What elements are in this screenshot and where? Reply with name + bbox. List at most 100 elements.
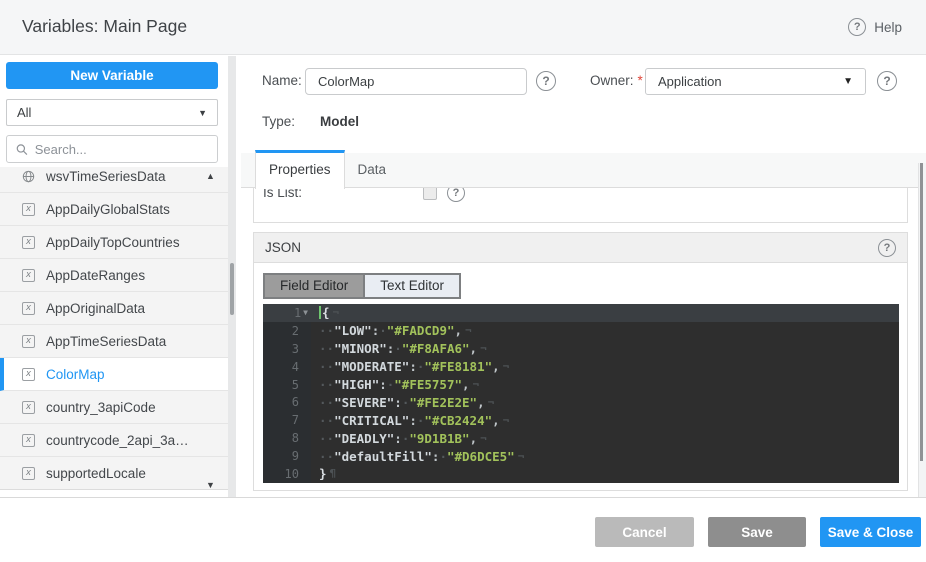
token-ws: ·· [319,449,334,464]
token-key: "defaultFill" [334,449,432,464]
owner-select[interactable]: Application ▼ [645,68,866,95]
line-number: 7 [263,411,311,429]
sidebar-item-ColorMap[interactable]: xColorMap [0,358,228,391]
token-punct: : [432,449,440,464]
token-key: "MODERATE" [334,359,409,374]
token-punct: : [409,413,417,428]
sidebar-item-label: country_3apiCode [46,400,156,415]
sidebar-item-AppDateRanges[interactable]: xAppDateRanges [0,259,228,292]
code-line-9[interactable]: 9··"defaultFill":·"#D6DCE5"¬ [263,447,899,465]
token-value: "#FADCD9" [387,323,455,338]
sidebar-item-AppTimeSeriesData[interactable]: xAppTimeSeriesData [0,325,228,358]
sidebar-item-supportedLocale[interactable]: xsupportedLocale [0,457,228,490]
sidebar-scrollbar[interactable] [228,56,236,497]
variable-icon: x [22,236,35,249]
sidebar-item-country_3apiCode[interactable]: xcountry_3apiCode [0,391,228,424]
scroll-up-icon[interactable]: ▲ [206,171,215,181]
tab-properties[interactable]: Properties [255,150,345,189]
save-button[interactable]: Save [708,517,806,547]
token-value: "#FE8181" [424,359,492,374]
token-ws: · [417,413,425,428]
sidebar-item-wsvTimeSeriesData[interactable]: wsvTimeSeriesData [0,167,228,193]
variable-filter-dropdown[interactable]: All ▼ [6,99,218,126]
code-line-4[interactable]: 4··"MODERATE":·"#FE8181",¬ [263,358,899,376]
token-ws: ·· [319,413,334,428]
line-number: 4 [263,358,311,376]
code-line-8[interactable]: 8··"DEADLY":·"9D1B1B",¬ [263,429,899,447]
save-and-close-button[interactable]: Save & Close [820,517,921,547]
token-ws: ·· [319,341,334,356]
code-line-7[interactable]: 7··"CRITICAL":·"#CB2424",¬ [263,411,899,429]
token-ws: ·· [319,359,334,374]
token-brace: } [319,466,327,481]
token-mark: ¬ [518,450,525,463]
type-label: Type: [262,112,295,132]
is-list-help-icon[interactable]: ? [447,188,465,202]
content-scrollbar[interactable] [918,163,926,497]
text-editor-button[interactable]: Text Editor [363,275,459,297]
properties-tab-content: Is List: ? JSON ? Field EditorText Edito… [241,188,926,497]
line-number: 5 [263,376,311,394]
token-punct: : [394,431,402,446]
variable-icon: x [22,269,35,282]
token-mark: ¬ [480,342,487,355]
token-value: "#FE2E2E" [409,395,477,410]
token-mark: ¬ [503,360,510,373]
code-line-5[interactable]: 5··"HIGH":·"#FE5757",¬ [263,376,899,394]
search-input[interactable] [35,142,208,157]
token-punct: , [477,395,485,410]
code-text: ··"HIGH":·"#FE5757",¬ [311,377,479,392]
sidebar-scrollbar-thumb[interactable] [230,263,234,315]
code-text: ··"MODERATE":·"#FE8181",¬ [311,359,509,374]
sidebar-item-label: supportedLocale [46,466,146,481]
sidebar-item-AppDailyGlobalStats[interactable]: xAppDailyGlobalStats [0,193,228,226]
code-line-2[interactable]: 2··"LOW":·"#FADCD9",¬ [263,322,899,340]
variables-editor-window: Variables: Main Page ? Help New Variable… [0,0,926,562]
content-scrollbar-thumb[interactable] [920,163,923,461]
name-help-icon[interactable]: ? [536,71,556,91]
cancel-button[interactable]: Cancel [595,517,694,547]
sidebar-item-label: AppOriginalData [46,301,145,316]
variable-search [6,135,218,163]
variable-icon: x [22,368,35,381]
token-punct: , [492,359,500,374]
is-list-checkbox[interactable] [423,188,437,200]
token-ws: · [394,341,402,356]
code-line-1[interactable]: 1▼{¬ [263,304,899,322]
help-circle-icon: ? [848,18,866,36]
code-line-3[interactable]: 3··"MINOR":·"#F8AFA6",¬ [263,340,899,358]
code-line-6[interactable]: 6··"SEVERE":·"#FE2E2E",¬ [263,393,899,411]
token-punct: : [379,377,387,392]
required-mark: * [638,73,643,88]
token-key: "CRITICAL" [334,413,409,428]
code-text: ··"SEVERE":·"#FE2E2E",¬ [311,395,494,410]
code-text: ··"LOW":·"#FADCD9",¬ [311,323,472,338]
json-code-editor[interactable]: 1▼{¬2··"LOW":·"#FADCD9",¬3··"MINOR":·"#F… [263,304,899,483]
scroll-down-icon[interactable]: ▼ [206,480,215,490]
field-editor-button[interactable]: Field Editor [265,275,363,297]
help-button[interactable]: ? Help [848,18,902,36]
json-panel-header: JSON ? [254,233,907,263]
token-value: "#F8AFA6" [402,341,470,356]
token-punct: , [462,377,470,392]
token-brace: { [322,305,330,320]
sidebar-item-AppDailyTopCountries[interactable]: x AppDailyTopCountries [0,226,228,259]
json-panel-title: JSON [265,240,301,255]
token-mark: ¬ [480,432,487,445]
globe-icon [22,170,35,183]
token-punct: , [470,341,478,356]
json-help-icon[interactable]: ? [878,239,896,257]
variable-icon: x [22,203,35,216]
owner-help-icon[interactable]: ? [877,71,897,91]
fold-arrow-icon[interactable]: ▼ [303,308,308,317]
name-input[interactable] [305,68,527,95]
new-variable-button[interactable]: New Variable [6,62,218,89]
sidebar-item-label: AppDailyTopCountries [46,235,180,250]
code-line-10[interactable]: 10}¶ [263,465,899,483]
sidebar-item-AppOriginalData[interactable]: xAppOriginalData [0,292,228,325]
code-text: ··"defaultFill":·"#D6DCE5"¬ [311,449,524,464]
tab-data[interactable]: Data [345,153,400,188]
token-punct: , [492,413,500,428]
sidebar-item-countrycode_2api_3a[interactable]: xcountrycode_2api_3a… [0,424,228,457]
token-punct: : [394,395,402,410]
